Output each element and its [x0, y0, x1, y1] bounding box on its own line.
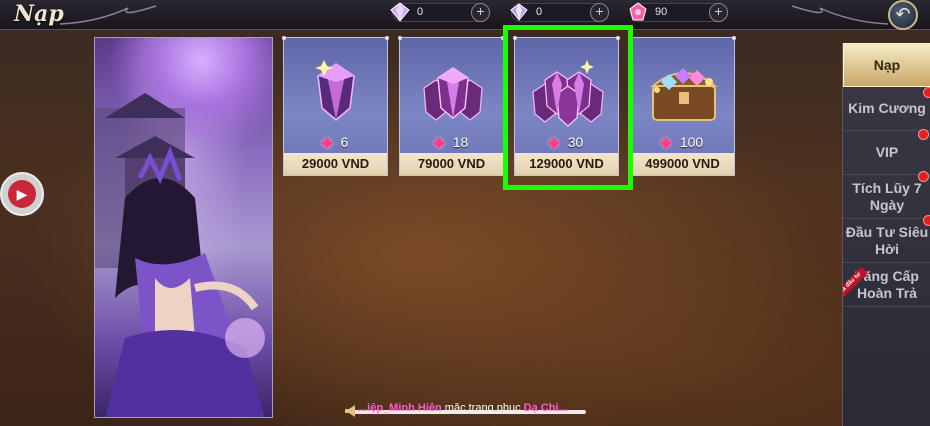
tab-nap[interactable]: Nạp: [843, 43, 930, 87]
gem-quantity: 18: [400, 134, 503, 150]
notification-dot: [923, 87, 930, 98]
tab-dau-tu[interactable]: Đầu Tư Siêu Hời: [843, 219, 930, 263]
price-label: 79000 VND: [400, 153, 503, 175]
gem-quantity-value: 18: [452, 134, 469, 150]
diamond-balance: 0 +: [390, 2, 490, 22]
marquee-text: ...iệp_Minh Hiên mặc trang phục Dạ Chi..…: [358, 402, 568, 414]
coin-icon: [660, 137, 672, 149]
package-card[interactable]: 6 29000 VND: [282, 36, 389, 176]
card-corner: [732, 36, 736, 40]
add-diamond-button[interactable]: +: [471, 3, 490, 22]
add-bound-diamond-button[interactable]: +: [590, 3, 609, 22]
tab-tang-cap[interactable]: Mua đầu tư Tăng Cấp Hoàn Trả: [843, 263, 930, 307]
character-art: [95, 93, 265, 417]
gem-quantity-value: 100: [679, 134, 704, 150]
price-label: 29000 VND: [284, 153, 387, 175]
card-corner: [282, 36, 286, 40]
bound-diamond-icon: [510, 3, 528, 21]
tab-label: Đầu Tư Siêu Hời: [845, 223, 929, 257]
page-title: Nạp: [14, 1, 64, 27]
title-ornament-icon: [59, 5, 157, 25]
diamond-count: 0: [417, 6, 424, 18]
selection-highlight: [503, 25, 633, 190]
header-ornament-icon: [791, 5, 889, 25]
treasure-chest-icon: [650, 68, 718, 121]
marquee-message: mặc trang phục: [441, 402, 524, 414]
sidebar-menu: Nạp Kim Cương VIP Tích Lũy 7 Ngày Đầu Tư…: [842, 43, 930, 426]
tab-vip[interactable]: VIP: [843, 131, 930, 182]
notification-dot: [923, 215, 930, 226]
player-name: ...iệp_Minh Hiên: [358, 402, 442, 414]
tab-label: Tích Lũy 7 Ngày: [852, 179, 922, 213]
card-corner: [385, 36, 389, 40]
single-gem-icon: [315, 60, 355, 121]
price-label: 499000 VND: [631, 153, 734, 175]
gem-quantity-value: 6: [340, 134, 349, 150]
tab-kim-cuong[interactable]: Kim Cương: [843, 87, 930, 140]
tab-tich-luy[interactable]: Tích Lũy 7 Ngày: [843, 175, 930, 219]
tab-label: Kim Cương: [848, 100, 926, 116]
coin-icon: [433, 137, 445, 149]
tab-label: Nạp: [873, 56, 901, 73]
top-bar: Nạp 0 + 0 + 90 + ↶: [0, 0, 930, 30]
package-card[interactable]: 18 79000 VND: [398, 36, 505, 176]
package-card[interactable]: 100 499000 VND: [629, 36, 736, 176]
coin-balance: 90 +: [629, 2, 728, 22]
back-arrow-icon: ↶: [895, 4, 911, 24]
bound-diamond-count: 0: [536, 6, 543, 18]
bound-diamond-balance: 0 +: [510, 3, 609, 22]
card-corner: [398, 36, 402, 40]
tab-label: VIP: [875, 144, 899, 160]
play-icon: ▶: [8, 180, 36, 208]
item-name: Dạ Chi...: [523, 402, 568, 414]
back-button[interactable]: ↶: [888, 0, 918, 30]
gem-quantity: 6: [284, 134, 387, 150]
video-button[interactable]: ▶: [0, 172, 44, 216]
gem-quantity: 100: [631, 134, 734, 150]
coin-icon: [320, 137, 333, 149]
character-banner: [94, 37, 273, 418]
diamond-icon: [390, 2, 410, 22]
coin-count: 90: [655, 6, 668, 18]
coin-icon: [629, 2, 647, 21]
announcement-marquee: ...iệp_Minh Hiên mặc trang phục Dạ Chi..…: [344, 402, 588, 422]
three-gems-icon: [423, 67, 483, 121]
add-coin-button[interactable]: +: [709, 3, 728, 22]
megaphone-icon: [345, 405, 355, 417]
